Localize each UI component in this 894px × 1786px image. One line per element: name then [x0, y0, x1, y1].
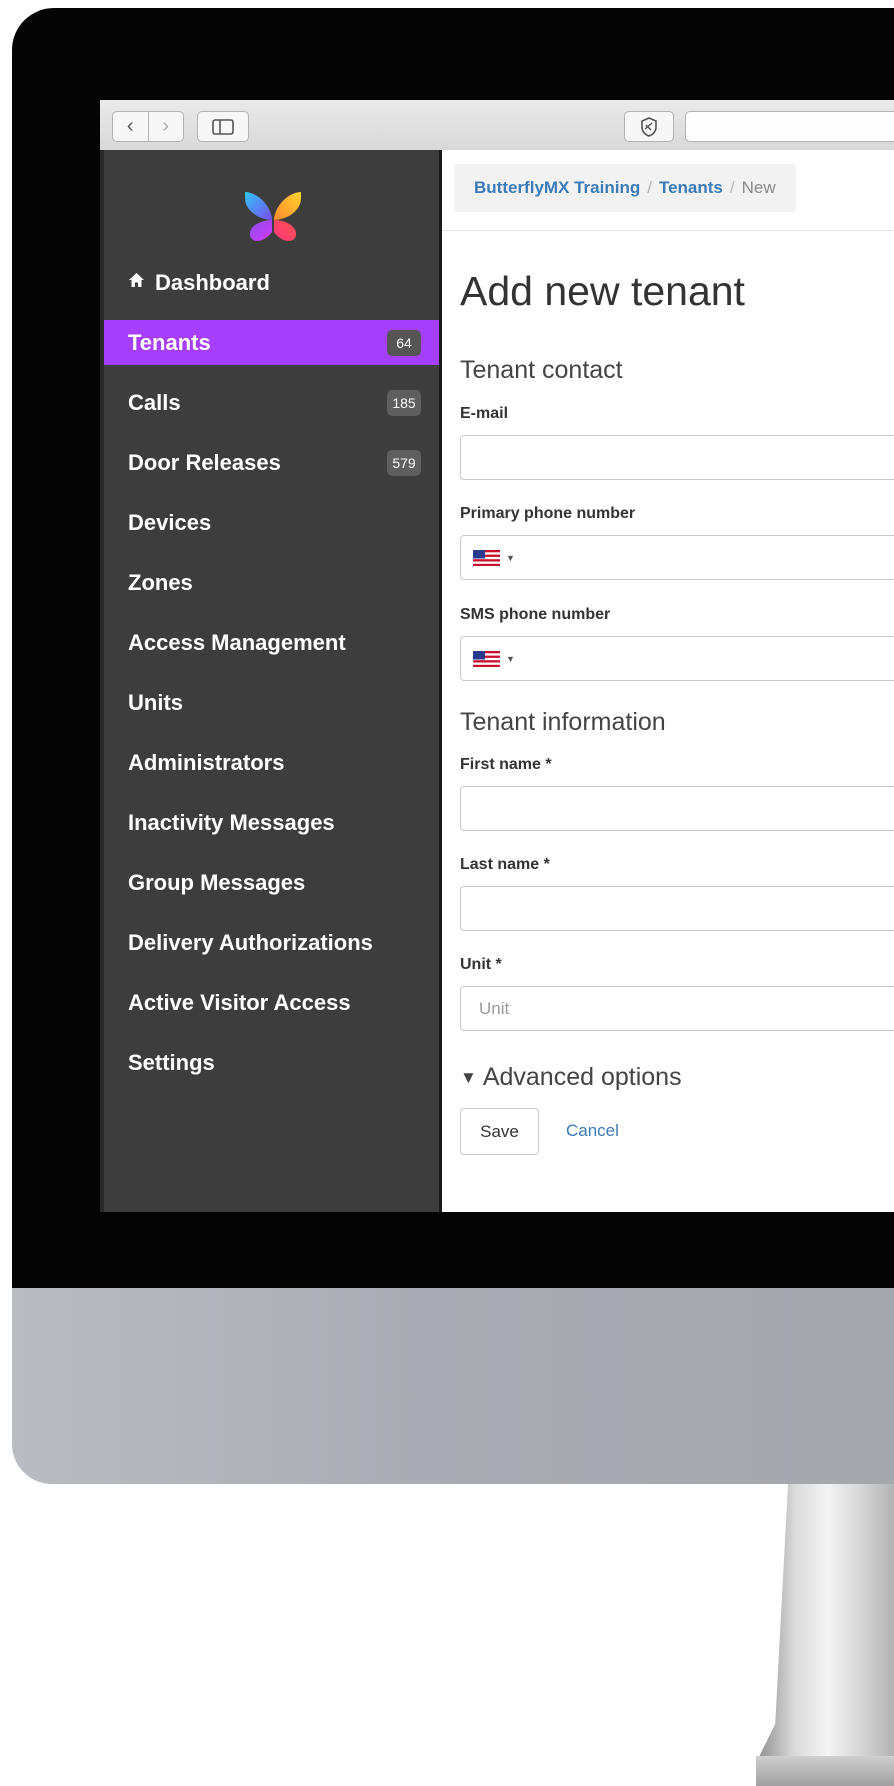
app-sidebar: Dashboard Tenants 64 Calls 185 Door Rele…: [100, 150, 439, 1212]
shield-icon: [641, 116, 657, 137]
sidebar-icon: [212, 118, 234, 135]
sidebar-item-label: Access Management: [128, 629, 346, 655]
address-bar[interactable]: [685, 111, 894, 142]
section-title-contact: Tenant contact: [460, 356, 623, 384]
sidebar-item-inactivity-messages[interactable]: Inactivity Messages: [104, 800, 439, 845]
email-label: E-mail: [460, 405, 509, 422]
sidebar-item-label: Administrators: [128, 749, 285, 775]
breadcrumb: ButterflyMX Training / Tenants / New: [454, 164, 796, 212]
sms-phone-label: SMS phone number: [460, 606, 611, 623]
breadcrumb-current: New: [741, 178, 776, 197]
sidebar-item-label: Group Messages: [128, 869, 306, 895]
sidebar-item-delivery-authorizations[interactable]: Delivery Authorizations: [104, 920, 439, 965]
header-divider: [442, 230, 894, 231]
first-name-label: First name *: [460, 756, 552, 773]
cancel-link[interactable]: Cancel: [566, 1121, 619, 1141]
sidebar-item-calls[interactable]: Calls 185: [104, 380, 439, 425]
page-title: Add new tenant: [460, 268, 745, 314]
sidebar-item-dashboard[interactable]: Dashboard: [104, 260, 439, 305]
sidebar-item-devices[interactable]: Devices: [104, 500, 439, 545]
breadcrumb-separator: /: [729, 178, 735, 197]
email-input[interactable]: [460, 435, 894, 480]
sidebar-item-settings[interactable]: Settings: [104, 1040, 439, 1085]
monitor-stand-base: [756, 1756, 894, 1786]
sidebar-item-label: Inactivity Messages: [128, 809, 335, 835]
history-buttons: ‹ ›: [112, 111, 184, 142]
unit-input[interactable]: [460, 986, 894, 1031]
section-title-information: Tenant information: [460, 708, 666, 736]
us-flag-icon: [473, 651, 500, 667]
privacy-report-button[interactable]: [624, 111, 674, 142]
breadcrumb-link-property[interactable]: ButterflyMX Training: [474, 178, 640, 198]
sms-phone-input[interactable]: ▼: [460, 636, 894, 681]
sidebar-item-label: Settings: [128, 1049, 215, 1075]
sidebar-item-label: Calls: [128, 389, 181, 415]
primary-phone-country-select[interactable]: ▼: [473, 550, 515, 566]
breadcrumb-link-tenants[interactable]: Tenants: [659, 178, 723, 198]
advanced-options-toggle[interactable]: ▼ Advanced options: [460, 1063, 682, 1092]
sidebar-item-label: Dashboard: [155, 269, 270, 295]
sidebar-item-units[interactable]: Units: [104, 680, 439, 725]
sidebar-item-label: Delivery Authorizations: [128, 929, 373, 955]
sidebar-toggle-button[interactable]: [197, 111, 249, 142]
chevron-down-icon: ▼: [506, 553, 515, 563]
breadcrumb-separator: /: [647, 178, 652, 197]
chevron-left-icon: ‹: [126, 115, 134, 137]
count-badge: 64: [387, 330, 421, 356]
butterfly-logo-icon[interactable]: [241, 188, 305, 246]
forward-button[interactable]: ›: [147, 112, 184, 141]
sidebar-item-label: Tenants: [128, 329, 211, 355]
sidebar-item-group-messages[interactable]: Group Messages: [104, 860, 439, 905]
home-icon: [128, 272, 145, 294]
sidebar-item-zones[interactable]: Zones: [104, 560, 439, 605]
last-name-label: Last name *: [460, 856, 550, 873]
count-badge: 185: [387, 390, 421, 416]
primary-phone-input[interactable]: ▼: [460, 535, 894, 580]
advanced-options-label: Advanced options: [482, 1063, 682, 1091]
sidebar-item-access-management[interactable]: Access Management: [104, 620, 439, 665]
chevron-down-icon: ▼: [506, 654, 515, 664]
us-flag-icon: [473, 550, 500, 566]
save-button[interactable]: Save: [460, 1108, 539, 1155]
sidebar-nav: Dashboard Tenants 64 Calls 185 Door Rele…: [104, 260, 439, 1100]
chevron-right-icon: ›: [162, 115, 170, 137]
first-name-input[interactable]: [460, 786, 894, 831]
last-name-input[interactable]: [460, 886, 894, 931]
browser-toolbar: ‹ ›: [100, 100, 894, 151]
sidebar-item-label: Door Releases: [128, 449, 281, 475]
back-button[interactable]: ‹: [113, 112, 148, 141]
caret-down-icon: ▼: [460, 1067, 477, 1087]
unit-label: Unit *: [460, 956, 502, 973]
sidebar-item-tenants[interactable]: Tenants 64: [104, 320, 439, 365]
sidebar-item-label: Zones: [128, 569, 193, 595]
sidebar-item-active-visitor-access[interactable]: Active Visitor Access: [104, 980, 439, 1025]
sidebar-item-label: Devices: [128, 509, 212, 535]
count-badge: 579: [387, 450, 421, 476]
sidebar-item-door-releases[interactable]: Door Releases 579: [104, 440, 439, 485]
primary-phone-label: Primary phone number: [460, 505, 636, 522]
sms-phone-country-select[interactable]: ▼: [473, 651, 515, 667]
monitor-stand: [756, 1484, 894, 1784]
sidebar-item-administrators[interactable]: Administrators: [104, 740, 439, 785]
sidebar-item-label: Active Visitor Access: [128, 989, 351, 1015]
monitor-chin: [12, 1288, 894, 1484]
sidebar-item-label: Units: [128, 689, 183, 715]
